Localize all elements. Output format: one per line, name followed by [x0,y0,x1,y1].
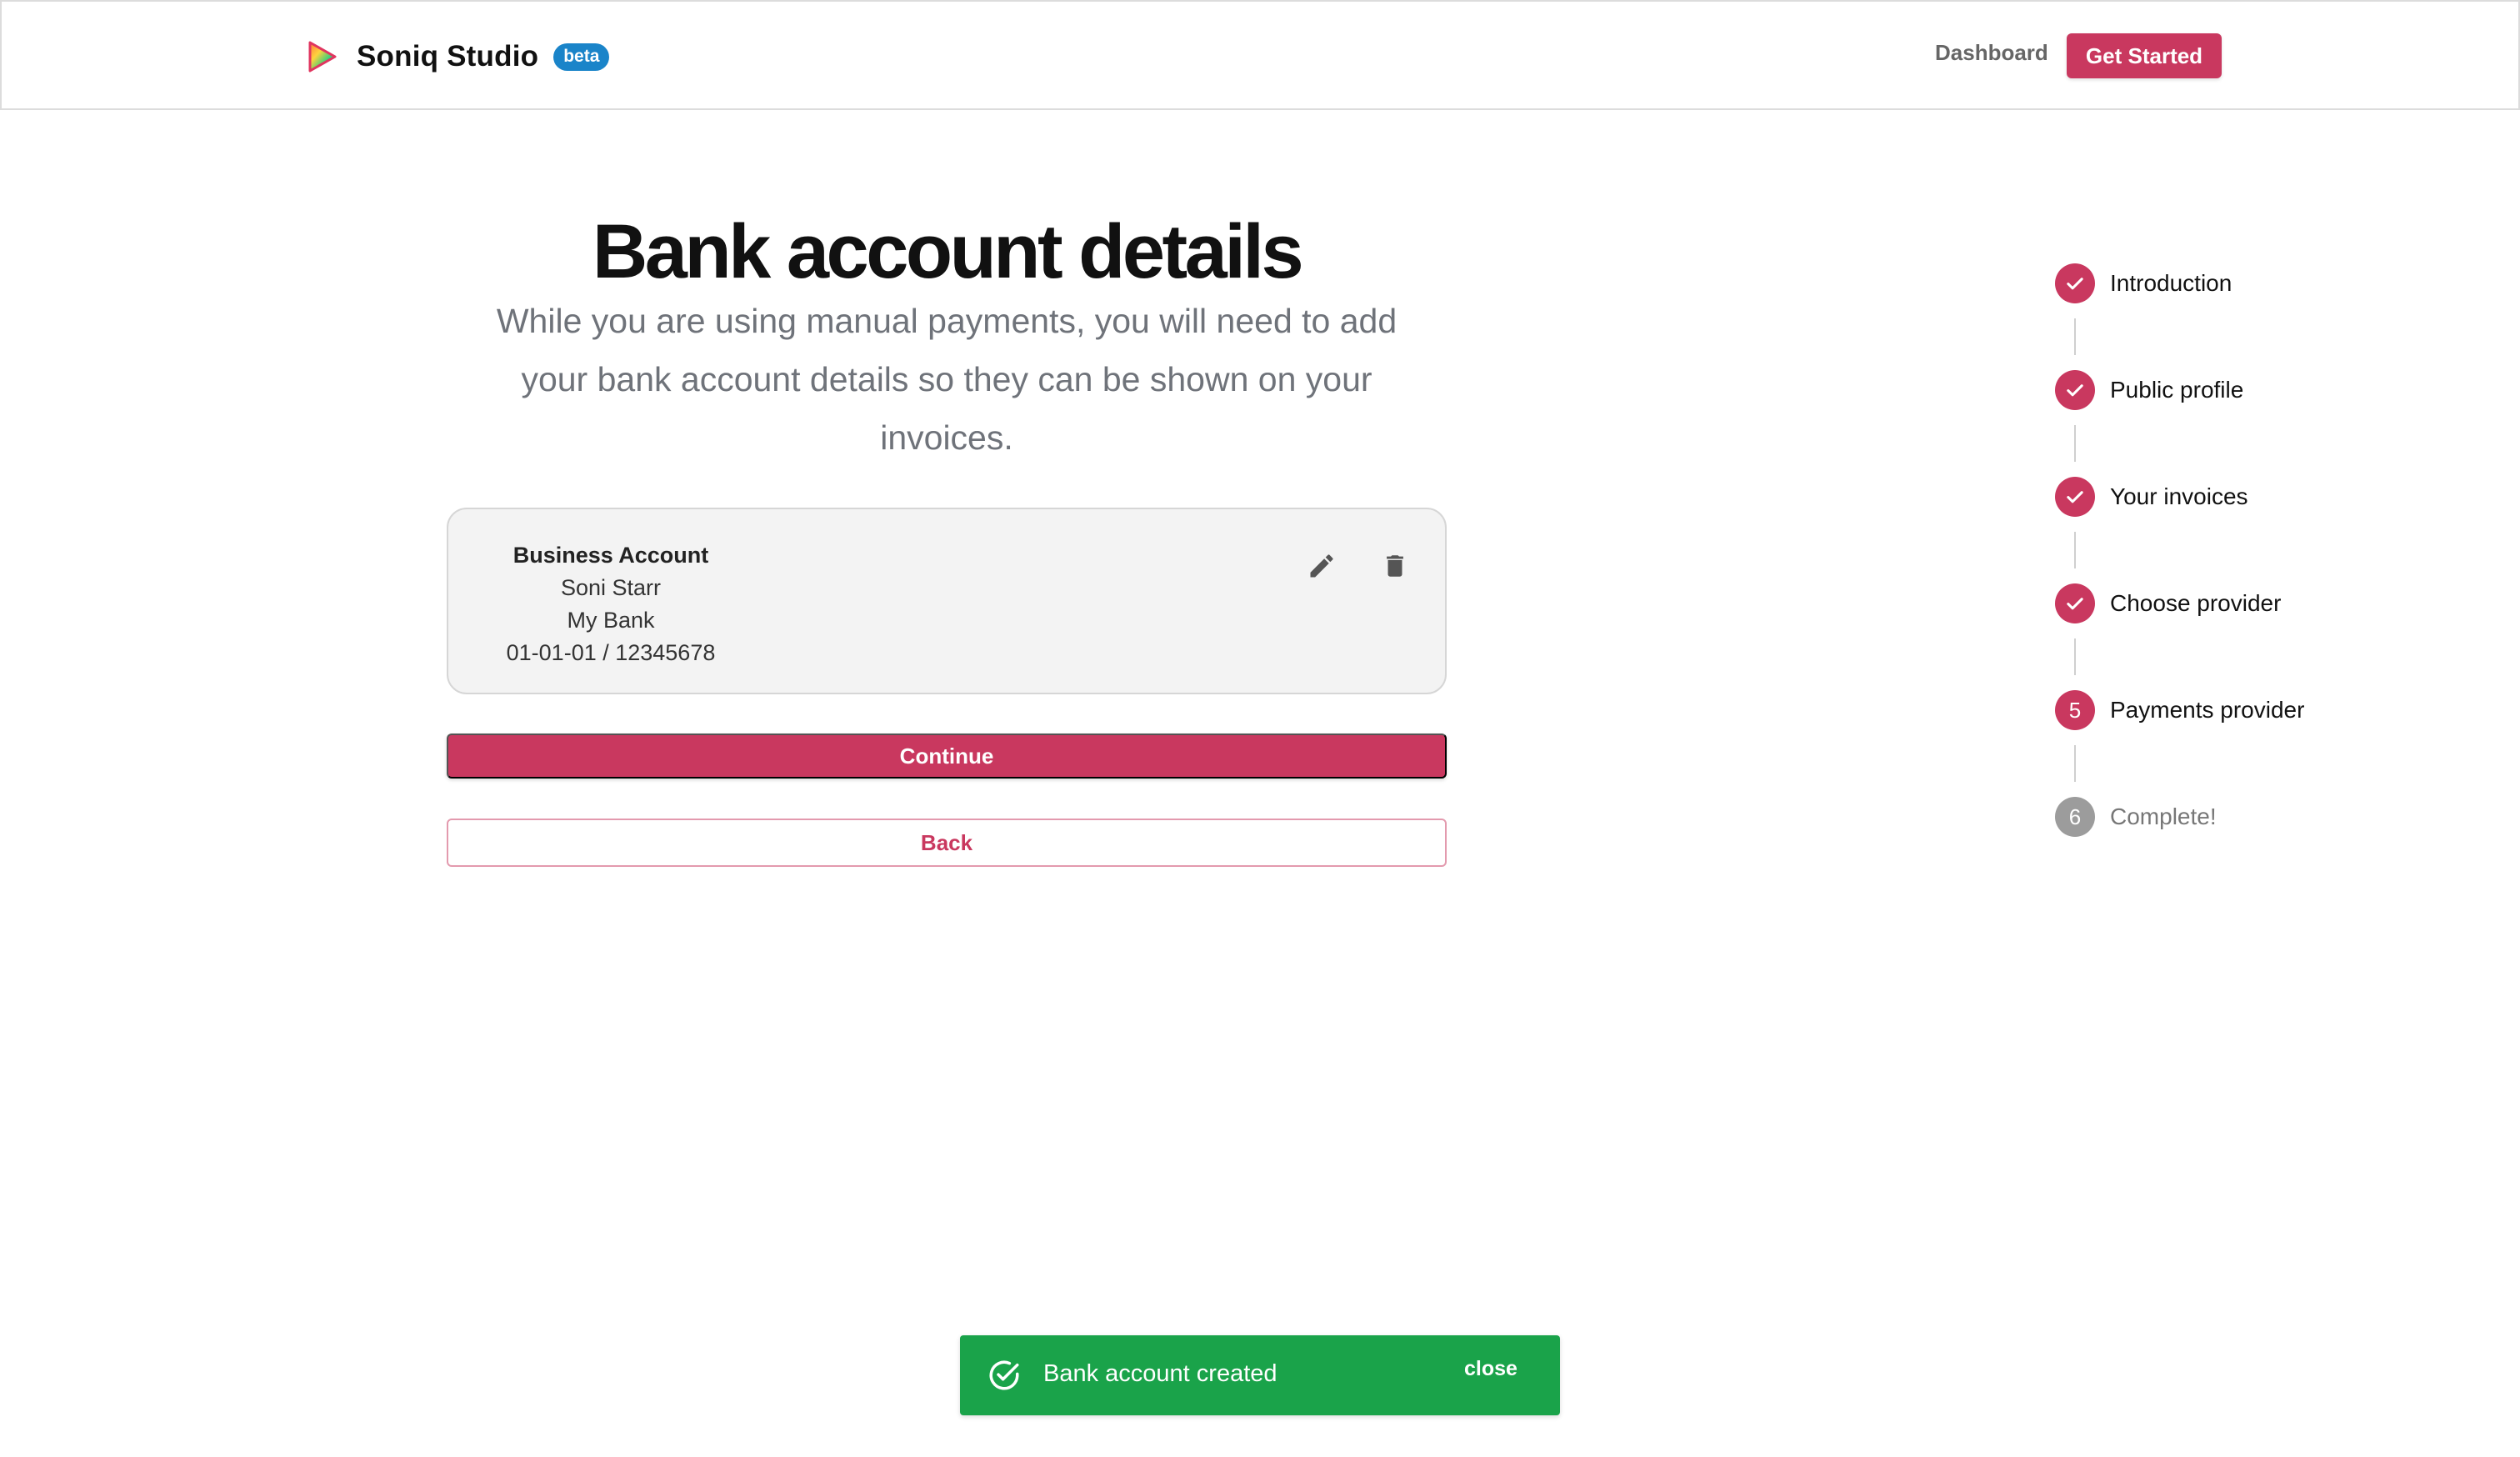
step-connector [2074,425,2076,462]
step-label: Choose provider [2110,590,2282,616]
check-icon [2055,370,2095,410]
step-choose-provider[interactable]: Choose provider [2055,583,2281,623]
top-header: Soniq Studio beta Dashboard Get Started [0,0,2520,110]
account-name: Business Account [512,543,709,568]
back-button[interactable]: Back [447,819,1447,867]
check-circle-icon [989,1360,1019,1390]
continue-button[interactable]: Continue [447,734,1447,779]
account-bank: My Bank [567,608,655,633]
step-number: 6 [2055,797,2095,837]
check-icon [2055,477,2095,517]
check-icon [2055,583,2095,623]
nav-dashboard-link[interactable]: Dashboard [1935,40,2048,66]
beta-badge: beta [553,43,610,71]
check-icon [2055,263,2095,303]
step-connector [2074,318,2076,355]
brand[interactable]: Soniq Studio beta [303,35,610,78]
toast-message: Bank account created [1043,1360,1278,1387]
edit-account-button[interactable] [1298,543,1345,589]
step-label: Your invoices [2110,483,2248,509]
page-title: Bank account details [592,209,1304,294]
delete-account-button[interactable] [1372,543,1418,589]
get-started-button[interactable]: Get Started [2067,33,2222,78]
step-connector [2074,638,2076,675]
step-label: Complete! [2110,804,2217,829]
step-label: Public profile [2110,377,2244,403]
step-complete: 6 Complete! [2055,797,2217,837]
brand-name: Soniq Studio [357,40,539,73]
step-your-invoices[interactable]: Your invoices [2055,477,2248,517]
step-payments-provider[interactable]: 5 Payments provider [2055,690,2304,730]
trash-icon [1387,555,1403,577]
toast-close-button[interactable]: close [1464,1357,1518,1381]
step-public-profile[interactable]: Public profile [2055,370,2243,410]
account-details: Business Account Soni Starr My Bank 01-0… [473,539,748,669]
step-number: 5 [2055,690,2095,730]
pencil-icon [1310,554,1333,578]
bank-account-card: Business Account Soni Starr My Bank 01-0… [447,508,1447,694]
page: Soniq Studio beta Dashboard Get Started … [0,0,2520,1457]
logo-icon [308,41,337,73]
step-label: Payments provider [2110,697,2305,723]
step-introduction[interactable]: Introduction [2055,263,2232,303]
account-numbers: 01-01-01 / 12345678 [506,640,716,665]
step-label: Introduction [2110,270,2232,296]
step-connector [2074,532,2076,568]
account-holder: Soni Starr [560,575,662,600]
page-subtitle: While you are using manual payments, you… [496,302,1398,457]
success-toast: Bank account created close [960,1335,1560,1415]
step-connector [2074,745,2076,782]
